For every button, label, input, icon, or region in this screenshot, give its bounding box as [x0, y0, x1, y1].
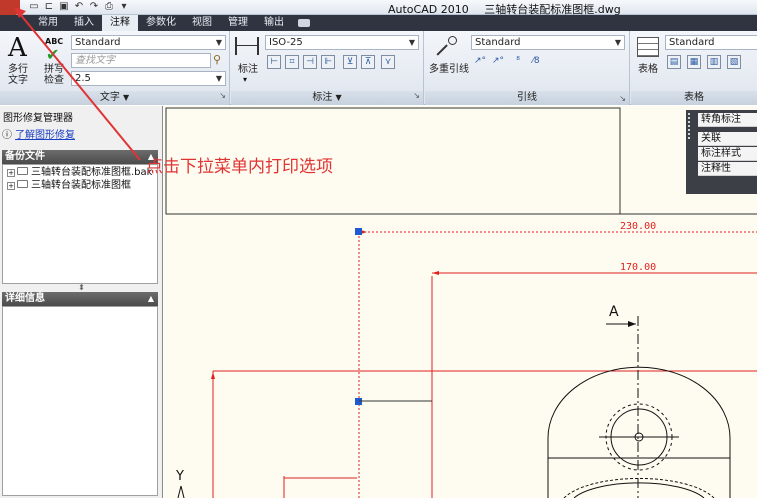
- annotation-arrow-line: [19, 13, 141, 161]
- annotation-instruction: 点击下拉菜单内打印选项: [146, 157, 333, 177]
- autocad-window: ▭ ⊏ ▣ ↶ ↷ ⎙ ▾ AutoCAD 2010 三轴转台装配标准图框.dw…: [0, 0, 757, 498]
- annotation-arrowhead: [14, 7, 26, 18]
- tutorial-arrow: [14, 7, 141, 161]
